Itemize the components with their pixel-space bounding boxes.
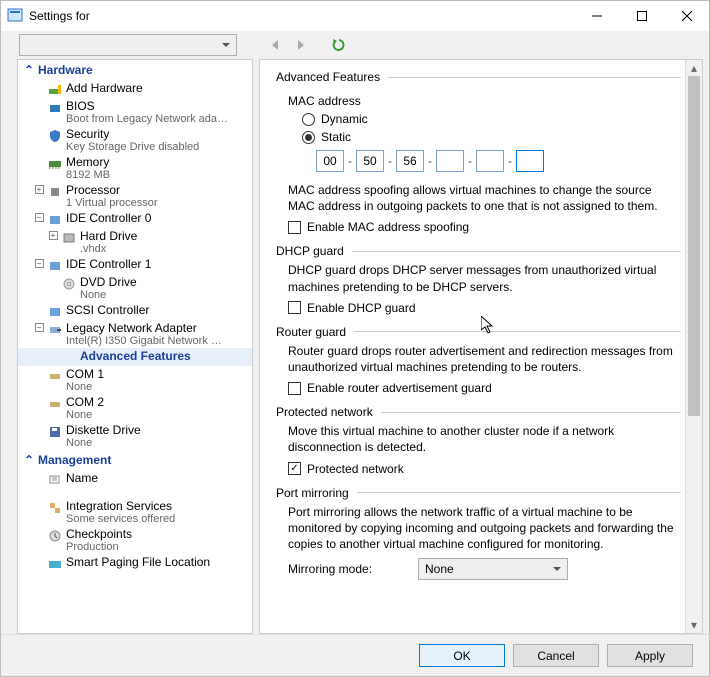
mac-dynamic-radio[interactable]: Dynamic [302,112,681,126]
scroll-down-icon[interactable]: ▾ [686,617,702,633]
management-section-header[interactable]: ⌃ Management [18,450,252,470]
refresh-button[interactable] [329,35,349,55]
tag-icon [46,471,64,487]
mirror-header: Port mirroring [276,486,681,500]
nic-icon [46,321,64,337]
vertical-scrollbar[interactable]: ▴ ▾ [685,60,702,633]
hardware-section-header[interactable]: ⌃ Hardware [18,60,252,80]
mac-fields: 00- 50- 56- - - [316,150,681,172]
scroll-up-icon[interactable]: ▴ [686,60,702,76]
dhcp-desc: DHCP guard drops DHCP server messages fr… [288,262,681,294]
nav-hard-drive[interactable]: + Hard Drive.vhdx [18,228,252,256]
scroll-thumb[interactable] [688,76,700,416]
controller-icon [46,257,64,273]
expand-toggle[interactable]: + [46,229,60,240]
serial-port-icon [46,367,64,383]
nav-advanced-features[interactable]: Advanced Features [18,348,252,366]
nav-paging[interactable]: Smart Paging File Location [18,554,252,572]
close-button[interactable] [664,1,709,31]
chip-icon [46,99,64,115]
protected-header: Protected network [276,405,681,419]
nav-processor[interactable]: + Processor1 Virtual processor [18,182,252,210]
cancel-button[interactable]: Cancel [513,644,599,667]
nav-back-button[interactable] [265,35,285,55]
mac-header: MAC address [288,94,681,108]
nav-bios[interactable]: BIOSBoot from Legacy Network ada… [18,98,252,126]
mac-spoof-checkbox[interactable]: Enable MAC address spoofing [288,220,681,234]
settings-window: Settings for ⌃ Hardware Add Hardware [0,0,710,677]
memory-icon [46,155,64,171]
nav-checkpoints[interactable]: CheckpointsProduction [18,526,252,554]
dialog-footer: OK Cancel Apply [1,634,709,676]
expand-toggle[interactable]: + [32,183,46,194]
panel-title: Advanced Features [276,70,681,84]
maximize-button[interactable] [619,1,664,31]
dhcp-header: DHCP guard [276,244,681,258]
protected-desc: Move this virtual machine to another clu… [288,423,681,455]
app-icon [7,8,23,24]
controller-icon [46,211,64,227]
hdd-icon [60,229,78,245]
collapse-toggle[interactable]: − [32,211,46,222]
protected-checkbox[interactable]: Protected network [288,462,681,476]
nav-dvd-drive[interactable]: DVD DriveNone [18,274,252,302]
mac-octet-1[interactable]: 00 [316,150,344,172]
details-panel: Advanced Features MAC address Dynamic St… [259,59,703,634]
checkpoint-icon [46,527,64,543]
cpu-icon [46,183,64,199]
serial-port-icon [46,395,64,411]
chevron-up-icon: ⌃ [24,453,34,467]
nav-name[interactable]: Name [18,470,252,498]
mirror-desc: Port mirroring allows the network traffi… [288,504,681,553]
vm-selector-combo[interactable] [19,34,237,56]
services-icon [46,499,64,515]
mac-static-radio[interactable]: Static [302,130,681,144]
nav-forward-button[interactable] [291,35,311,55]
paging-icon [46,555,64,571]
disc-icon [60,275,78,291]
chevron-up-icon: ⌃ [24,63,34,77]
mac-octet-6[interactable] [516,150,544,172]
add-hardware-icon [46,81,64,97]
shield-icon [46,127,64,143]
window-title: Settings for [29,9,574,23]
nav-ide1[interactable]: − IDE Controller 1 [18,256,252,274]
nav-com1[interactable]: COM 1None [18,366,252,394]
collapse-toggle[interactable]: − [32,257,46,268]
floppy-icon [46,423,64,439]
nav-security[interactable]: SecurityKey Storage Drive disabled [18,126,252,154]
router-checkbox[interactable]: Enable router advertisement guard [288,381,681,395]
nav-tree: ⌃ Hardware Add Hardware BIOSBoot from Le… [17,59,253,634]
router-header: Router guard [276,325,681,339]
nav-memory[interactable]: Memory8192 MB [18,154,252,182]
nav-diskette[interactable]: Diskette DriveNone [18,422,252,450]
mac-octet-4[interactable] [436,150,464,172]
nav-add-hardware[interactable]: Add Hardware [18,80,252,98]
mirror-mode-label: Mirroring mode: [288,562,408,576]
collapse-toggle[interactable]: − [32,321,46,332]
titlebar: Settings for [1,1,709,31]
minimize-button[interactable] [574,1,619,31]
nav-ide0[interactable]: − IDE Controller 0 [18,210,252,228]
mac-spoof-desc: MAC address spoofing allows virtual mach… [288,182,681,214]
apply-button[interactable]: Apply [607,644,693,667]
toolbar [1,31,709,59]
nav-integration-services[interactable]: Integration ServicesSome services offere… [18,498,252,526]
mirror-mode-select[interactable]: None [418,558,568,580]
ok-button[interactable]: OK [419,644,505,667]
mac-octet-3[interactable]: 56 [396,150,424,172]
nav-scsi[interactable]: SCSI Controller [18,302,252,320]
nav-legacy-nic[interactable]: − Legacy Network AdapterIntel(R) I350 Gi… [18,320,252,348]
router-desc: Router guard drops router advertisement … [288,343,681,375]
nav-com2[interactable]: COM 2None [18,394,252,422]
mac-octet-2[interactable]: 50 [356,150,384,172]
dhcp-checkbox[interactable]: Enable DHCP guard [288,301,681,315]
mac-octet-5[interactable] [476,150,504,172]
controller-icon [46,303,64,319]
